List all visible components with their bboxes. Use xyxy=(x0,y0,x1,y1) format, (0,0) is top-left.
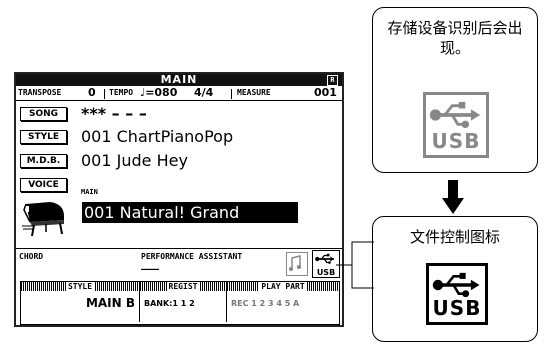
measure-value: 001 xyxy=(314,86,337,99)
play-part-header: PLAY PART xyxy=(259,282,307,291)
regist-section-header: REGIST xyxy=(166,282,200,291)
performance-assistant-icon xyxy=(286,252,308,276)
callout-top: 存储设备识别后会出现。 USB xyxy=(372,7,538,173)
voice-part-label: MAIN xyxy=(81,188,98,196)
mdb-value: 001 Jude Hey xyxy=(81,151,188,170)
voice-value: 001 Natural! Grand xyxy=(82,202,298,223)
transpose-label: TRANSPOSE xyxy=(18,88,62,97)
bottom-panel: STYLE MAIN B REGIST BANK:1 1 2 PLAY PART… xyxy=(20,281,340,325)
mdb-label: M.D.B. xyxy=(20,154,67,168)
voice-label: VOICE xyxy=(20,178,67,192)
lcd-display: MAIN R TRANSPOSE 0 TEMPO ♩=080 4/4 MEASU… xyxy=(14,72,344,327)
chord-label: CHORD xyxy=(19,252,44,261)
style-section-value: MAIN B xyxy=(85,296,135,310)
callout-connector xyxy=(336,241,374,289)
play-part-value: REC 1 2 3 4 5 A xyxy=(231,299,300,308)
callout-top-text: 存储设备识别后会出现。 xyxy=(387,19,523,57)
style-section: STYLE MAIN B xyxy=(21,282,140,322)
tempo-value: ♩=080 xyxy=(140,86,178,99)
play-part-section: PLAY PART REC 1 2 3 4 5 A xyxy=(227,282,339,322)
song-label: SONG xyxy=(20,107,67,121)
transpose-value: 0 xyxy=(88,86,96,99)
usb-icon: USB xyxy=(426,263,488,325)
style-value: 001 ChartPianoPop xyxy=(81,127,234,146)
title-indicator-icon: R xyxy=(327,75,338,86)
usb-faded-label: USB xyxy=(431,129,481,153)
usb-icon-faded: USB xyxy=(423,92,489,158)
measure-label: MEASURE xyxy=(237,88,271,97)
performance-assistant-label: PERFORMANCE ASSISTANT xyxy=(141,252,243,261)
time-signature: 4/4 xyxy=(194,86,214,99)
title-bar: MAIN R xyxy=(16,73,342,86)
style-section-header: STYLE xyxy=(65,282,95,291)
usb-label: USB xyxy=(432,296,482,320)
regist-section: REGIST BANK:1 1 2 xyxy=(140,282,227,322)
style-label: STYLE xyxy=(20,130,67,144)
tempo-label: TEMPO xyxy=(109,88,134,97)
status-bar: TRANSPOSE 0 TEMPO ♩=080 4/4 MEASURE 001 xyxy=(16,86,342,101)
screen-title: MAIN xyxy=(160,73,198,86)
callout-bottom-text: 文件控制图标 xyxy=(409,228,500,246)
arrow-down-icon xyxy=(442,180,464,214)
song-value: *** – – – xyxy=(81,104,147,123)
performance-assistant-value: ––– xyxy=(141,264,160,275)
regist-section-value: BANK:1 1 2 xyxy=(144,299,195,308)
grand-piano-icon xyxy=(22,202,64,237)
callout-bottom: 文件控制图标 USB xyxy=(372,216,538,342)
